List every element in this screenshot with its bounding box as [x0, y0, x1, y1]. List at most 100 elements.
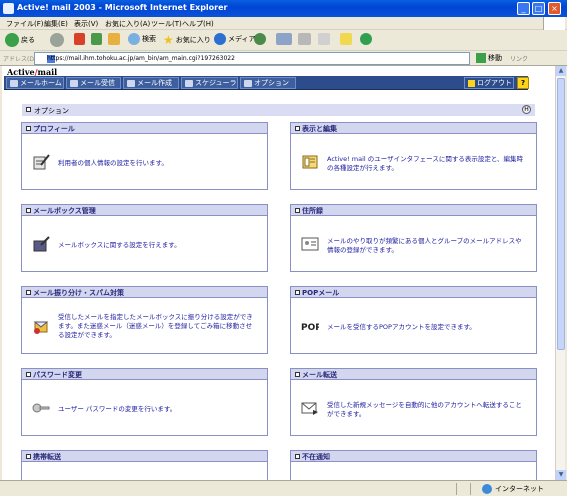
home-icon [10, 79, 18, 87]
display-edit-icon [302, 155, 318, 169]
panel-display-edit[interactable]: 表示と編集 Active! mail のユーザインタフェースに関する表示設定と、… [290, 122, 537, 190]
menu-tools[interactable]: ツール(T) [151, 19, 182, 29]
panel-mobile-forward[interactable]: 携帯転送 [21, 450, 268, 480]
maximize-button[interactable]: □ [532, 2, 545, 15]
bullet-icon [26, 454, 31, 459]
bullet-icon [26, 208, 31, 213]
address-url: https://mail.ihm.tohoku.ac.jp/am_bin/am_… [47, 55, 235, 62]
nav-options[interactable]: オプション [240, 77, 296, 89]
panel-description: メールのやり取りが頻繁にある個人とグループのメールアドレスや情報の登録ができます… [327, 237, 522, 254]
security-zone: インターネット [482, 484, 544, 494]
panel-title[interactable]: 携帯転送 [33, 452, 61, 462]
panel-filter-spam[interactable]: メール振り分け・スパム対策 受信したメールを指定したメールボックスに振り分ける設… [21, 286, 268, 354]
minimize-button[interactable]: _ [517, 2, 530, 15]
help-button[interactable]: ? [517, 77, 529, 89]
windows-flag-icon [543, 17, 565, 30]
nav-scheduler[interactable]: スケジューラ [181, 77, 238, 89]
discuss-button[interactable] [340, 33, 352, 45]
panel-absence-notice[interactable]: 不在通知 [290, 450, 537, 480]
ie-icon [3, 3, 14, 14]
panel-profile[interactable]: プロフィール 利用者の個人情報の設定を行います。 [21, 122, 268, 190]
search-button[interactable]: 検索 [128, 33, 156, 45]
panel-mail-forward[interactable]: メール転送 受信した新規メッセージを自動的に他のアカウントへ転送することができま… [290, 368, 537, 436]
bullet-icon [26, 290, 31, 295]
mailbox-icon [33, 236, 50, 252]
window-titlebar: Active! mail 2003 - Microsoft Internet E… [0, 0, 567, 17]
panel-password[interactable]: パスワード変更 ユーザー パスワードの変更を行います。 [21, 368, 268, 436]
pop-icon: POP [301, 323, 319, 333]
panel-pop-mail[interactable]: POPメール POP メールを受信するPOPアカウントを設定できます。 [290, 286, 537, 354]
panel-title[interactable]: メール振り分け・スパム対策 [33, 288, 124, 298]
favorites-button[interactable]: ★ お気に入り [163, 33, 211, 47]
scroll-thumb[interactable] [557, 78, 565, 350]
vertical-scrollbar[interactable]: ▲ ▼ [555, 66, 566, 480]
app-navbar: メールホーム メール受信 メール作成 スケジューラ オプション ログアウト ? [4, 76, 529, 90]
panel-title[interactable]: プロフィール [33, 124, 75, 134]
bullet-icon [295, 208, 300, 213]
nav-mail-compose[interactable]: メール作成 [123, 77, 179, 89]
back-button[interactable]: 戻る [5, 33, 35, 47]
star-icon: ★ [163, 33, 174, 47]
stop-icon [74, 33, 85, 45]
panel-title[interactable]: メールボックス管理 [33, 206, 96, 216]
panel-description: メールを受信するPOPアカウントを設定できます。 [327, 323, 476, 331]
address-input[interactable]: https://mail.ihm.tohoku.ac.jp/am_bin/am_… [34, 52, 470, 65]
section-title: オプション [34, 107, 69, 115]
back-arrow-icon [5, 33, 19, 47]
refresh-icon [91, 33, 102, 45]
close-button[interactable]: × [548, 2, 561, 15]
print-icon [298, 33, 311, 45]
panel-address-book[interactable]: 住所録 メールのやり取りが頻繁にある個人とグループのメールアドレスや情報の登録が… [290, 204, 537, 272]
panel-description: 受信した新規メッセージを自動的に他のアカウントへ転送することができます。 [327, 401, 522, 418]
section-help-button[interactable]: H [522, 105, 531, 114]
address-bar: アドレス(D) https://mail.ihm.tohoku.ac.jp/am… [0, 51, 567, 66]
nav-mail-home[interactable]: メールホーム [6, 77, 64, 89]
menu-help[interactable]: ヘルプ(H) [182, 19, 214, 29]
section-bullet-icon [26, 107, 31, 112]
stop-button[interactable] [74, 33, 85, 45]
inbox-icon [70, 79, 78, 87]
go-button[interactable]: 移動 [476, 53, 502, 63]
logout-button[interactable]: ログアウト [464, 77, 514, 89]
panel-title[interactable]: 表示と編集 [302, 124, 337, 134]
panel-title[interactable]: POPメール [302, 288, 339, 298]
panel-title[interactable]: 不在通知 [302, 452, 330, 462]
panel-mailbox[interactable]: メールボックス管理 メールボックスに関する設定を行えます。 [21, 204, 268, 272]
menu-view[interactable]: 表示(V) [74, 19, 98, 29]
go-arrow-icon [476, 53, 486, 63]
nav-mail-receive[interactable]: メール受信 [66, 77, 121, 89]
scroll-down-icon[interactable]: ▼ [556, 470, 566, 480]
svg-text:POP: POP [301, 323, 319, 333]
globe-icon [482, 484, 492, 494]
panel-description: ユーザー パスワードの変更を行います。 [58, 405, 177, 413]
home-button[interactable] [108, 33, 120, 45]
scroll-up-icon[interactable]: ▲ [556, 66, 566, 76]
forward-button[interactable] [50, 33, 64, 47]
menu-file[interactable]: ファイル(F) [6, 19, 44, 29]
menu-favorites[interactable]: お気に入り(A) [105, 19, 150, 29]
mail-button[interactable] [276, 33, 292, 45]
panel-description: 受信したメールを指定したメールボックスに振り分ける設定ができます。また迷惑メール… [58, 313, 253, 339]
refresh-button[interactable] [91, 33, 102, 45]
links-button[interactable]: リンク [510, 54, 528, 63]
panel-title[interactable]: パスワード変更 [33, 370, 82, 380]
panel-title[interactable]: メール転送 [302, 370, 337, 380]
menu-edit[interactable]: 編集(E) [44, 19, 68, 29]
page-content: Active/mail メールホーム メール受信 メール作成 スケジューラ オプ… [2, 66, 555, 480]
media-button[interactable]: メディア [214, 33, 256, 45]
options-section-bar: オプション H [22, 104, 535, 116]
panel-description: Active! mail のユーザインタフェースに関する表示設定と、編集時の各種… [327, 155, 524, 172]
bullet-icon [26, 372, 31, 377]
discuss-icon [340, 33, 352, 45]
edit-button[interactable] [318, 33, 330, 45]
edit-icon [318, 33, 330, 45]
print-button[interactable] [298, 33, 311, 45]
messenger-button[interactable] [360, 33, 372, 45]
status-divider [456, 483, 457, 495]
mail-icon [276, 33, 292, 45]
home-icon [108, 33, 120, 45]
bullet-icon [295, 454, 300, 459]
history-button[interactable] [254, 33, 266, 45]
filter-icon [33, 321, 49, 334]
panel-title[interactable]: 住所録 [302, 206, 323, 216]
